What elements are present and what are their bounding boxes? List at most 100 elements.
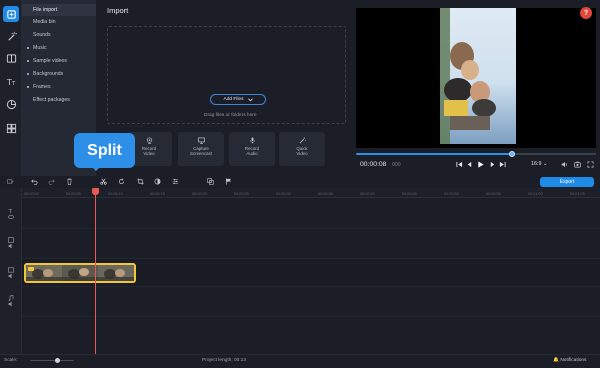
crop-icon[interactable] bbox=[136, 177, 145, 186]
chevron-down-icon: ⌄ bbox=[543, 161, 548, 167]
playback-scrubber-handle[interactable] bbox=[509, 151, 515, 157]
eye-icon bbox=[8, 215, 14, 219]
webcam-icon bbox=[146, 137, 152, 144]
color-adjust-icon[interactable] bbox=[153, 177, 162, 186]
fullscreen-icon[interactable] bbox=[586, 160, 594, 168]
overlay-icon[interactable] bbox=[206, 177, 215, 186]
audio-track-header[interactable] bbox=[2, 295, 20, 307]
import-tab-icon[interactable] bbox=[3, 6, 19, 22]
svg-text:T: T bbox=[10, 81, 15, 87]
bullet-dot bbox=[27, 47, 29, 49]
overlay-track[interactable] bbox=[22, 229, 600, 259]
timeline-toolbar bbox=[0, 176, 600, 188]
track-headers: T bbox=[0, 188, 22, 354]
menu-item-music[interactable]: Music bbox=[22, 42, 96, 54]
chevron-down-icon bbox=[247, 97, 253, 101]
ruler-tick-label: 00:00:35 bbox=[318, 192, 333, 196]
current-time-frames: 000 bbox=[392, 162, 401, 168]
bullet-dot bbox=[27, 86, 29, 88]
bullet-dot bbox=[27, 73, 29, 75]
overlay-track-header[interactable] bbox=[2, 237, 20, 249]
ruler-tick-label: 00:00:25 bbox=[234, 192, 249, 196]
ruler-tick-label: 00:00:10 bbox=[108, 192, 123, 196]
more-tools-icon[interactable] bbox=[3, 120, 19, 136]
titles-icon[interactable]: TT bbox=[3, 73, 19, 89]
transitions-icon[interactable] bbox=[3, 50, 19, 66]
menu-item-frames[interactable]: Frames bbox=[22, 81, 96, 93]
text-track[interactable] bbox=[22, 199, 600, 229]
marker-flag-icon[interactable] bbox=[224, 177, 233, 186]
menu-item-sample-videos[interactable]: Sample videos bbox=[22, 55, 96, 67]
undo-icon[interactable] bbox=[30, 177, 39, 186]
ruler-tick-label: 00:00:00 bbox=[24, 192, 39, 196]
magic-wand-icon bbox=[299, 137, 306, 144]
ruler-tick-label: 00:00:15 bbox=[150, 192, 165, 196]
stickers-icon[interactable] bbox=[3, 96, 19, 112]
bullet-dot bbox=[27, 60, 29, 62]
redo-icon[interactable] bbox=[47, 177, 56, 186]
playhead-handle[interactable] bbox=[92, 188, 99, 195]
video-track-header[interactable] bbox=[2, 267, 20, 279]
drop-hint: Drag files or folders here bbox=[204, 113, 257, 118]
status-bar bbox=[0, 354, 600, 368]
menu-item-media-bin[interactable]: Media bin bbox=[22, 16, 96, 28]
speaker-icon bbox=[8, 243, 12, 249]
aspect-ratio-select[interactable]: 16:9 ⌄ bbox=[531, 161, 548, 167]
text-track-header[interactable]: T bbox=[2, 208, 20, 220]
magic-wand-icon[interactable] bbox=[3, 28, 19, 44]
split-tooltip-arrow bbox=[92, 167, 100, 171]
quick-video-button[interactable]: Quick Video bbox=[279, 132, 325, 166]
menu-item-backgrounds[interactable]: Backgrounds bbox=[22, 68, 96, 80]
volume-icon[interactable] bbox=[560, 160, 568, 168]
skip-to-start-icon[interactable] bbox=[455, 160, 463, 168]
ruler-tick-label: 00:01:00 bbox=[528, 192, 543, 196]
left-icon-rail: TT bbox=[0, 0, 22, 176]
clip-properties-icon[interactable] bbox=[171, 177, 180, 186]
audio-track[interactable] bbox=[22, 287, 600, 317]
next-frame-icon[interactable] bbox=[488, 160, 496, 168]
microphone-icon bbox=[249, 137, 255, 144]
ruler-tick-label: 00:00:50 bbox=[444, 192, 459, 196]
ruler-tick-label: 00:00:30 bbox=[276, 192, 291, 196]
monitor-icon bbox=[197, 137, 205, 144]
drop-zone[interactable]: Add Files Drag files or folders here bbox=[107, 26, 346, 124]
panel-title: Import bbox=[107, 6, 129, 15]
record-audio-button[interactable]: Record Audio bbox=[229, 132, 275, 166]
video-clip[interactable] bbox=[24, 263, 136, 283]
add-track-icon[interactable] bbox=[6, 177, 15, 186]
video-preview[interactable] bbox=[356, 8, 596, 148]
export-button[interactable]: Export bbox=[540, 177, 594, 187]
notifications-button[interactable]: 🔔 Notifications bbox=[553, 358, 586, 363]
split-scissors-icon[interactable] bbox=[99, 177, 108, 186]
skip-to-end-icon[interactable] bbox=[498, 160, 506, 168]
capture-screencast-button[interactable]: Capture Screencast bbox=[178, 132, 224, 166]
snapshot-camera-icon[interactable] bbox=[573, 160, 581, 168]
previous-frame-icon[interactable] bbox=[465, 160, 473, 168]
preview-frame-image bbox=[440, 8, 516, 144]
delete-icon[interactable] bbox=[65, 177, 74, 186]
project-length: Project length: 00:13 bbox=[202, 358, 247, 363]
rotate-icon[interactable] bbox=[117, 177, 126, 186]
speaker-icon bbox=[8, 273, 12, 279]
ruler-tick-label: 00:00:40 bbox=[360, 192, 375, 196]
ruler-tick-label: 00:00:55 bbox=[486, 192, 501, 196]
menu-item-effect-packages[interactable]: Effect packages bbox=[22, 94, 96, 106]
scale-label: Scale: bbox=[4, 358, 18, 363]
ruler-tick-label: 00:00:05 bbox=[66, 192, 81, 196]
help-button[interactable]: ? bbox=[580, 7, 592, 19]
speaker-icon bbox=[8, 301, 12, 307]
playhead-line[interactable] bbox=[95, 190, 96, 354]
bell-icon: 🔔 bbox=[553, 358, 559, 363]
add-files-button[interactable]: Add Files bbox=[210, 94, 266, 105]
current-time: 00:00:08 bbox=[360, 161, 387, 168]
playback-progress[interactable] bbox=[356, 153, 512, 155]
ruler-tick-label: 00:00:20 bbox=[192, 192, 207, 196]
menu-item-file-import[interactable]: File import bbox=[22, 4, 96, 16]
play-icon[interactable] bbox=[476, 160, 484, 168]
ruler-tick-label: 00:01:05 bbox=[570, 192, 585, 196]
scale-slider[interactable] bbox=[30, 360, 74, 361]
split-tooltip: Split bbox=[74, 133, 135, 168]
scale-slider-handle[interactable] bbox=[55, 358, 60, 363]
menu-item-sounds[interactable]: Sounds bbox=[22, 29, 96, 41]
playback-progress-remaining[interactable] bbox=[512, 153, 596, 155]
